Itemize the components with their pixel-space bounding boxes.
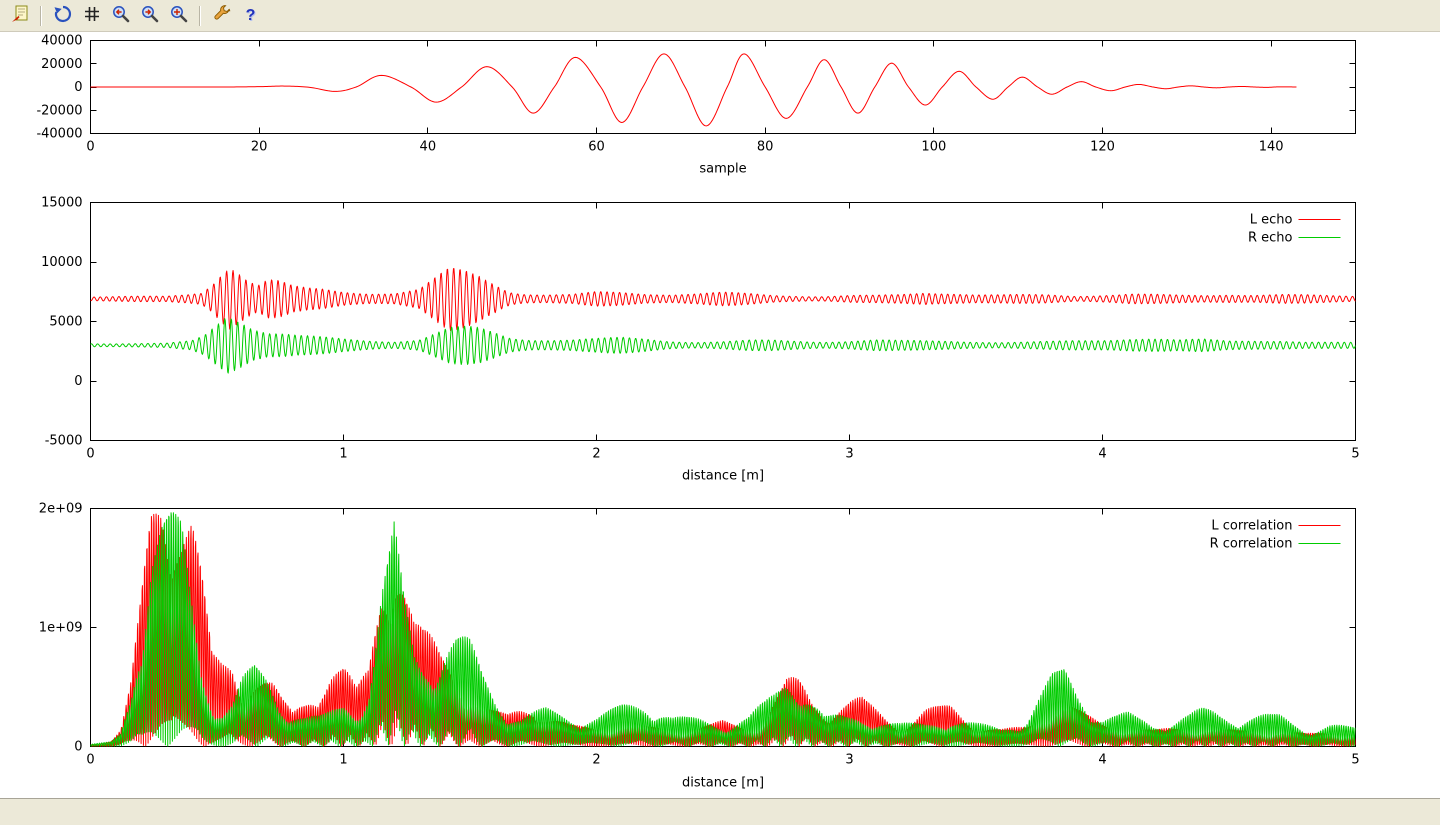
grid-button[interactable] [78, 3, 105, 28]
configure-button[interactable] [208, 3, 235, 28]
status-bar [0, 798, 1440, 825]
toolbar: ? [0, 0, 1440, 32]
replot-button[interactable] [49, 3, 76, 28]
plot-surface [0, 32, 1440, 798]
autoscale-button[interactable] [165, 3, 192, 28]
help-button[interactable]: ? [237, 3, 264, 28]
zoom-next-icon [140, 4, 160, 27]
wrench-icon [212, 4, 232, 27]
toolbar-separator [40, 6, 42, 26]
toolbar-separator [199, 6, 201, 26]
copy-icon [10, 4, 30, 27]
help-icon: ? [246, 8, 256, 24]
zoom-previous-button[interactable] [107, 3, 134, 28]
gnuplot-window: ? [0, 0, 1440, 825]
copy-button[interactable] [6, 3, 33, 28]
zoom-previous-icon [111, 4, 131, 27]
zoom-next-button[interactable] [136, 3, 163, 28]
grid-icon [82, 4, 102, 27]
refresh-icon [53, 4, 73, 27]
plots-canvas[interactable] [0, 32, 1440, 798]
autoscale-icon [169, 4, 189, 27]
